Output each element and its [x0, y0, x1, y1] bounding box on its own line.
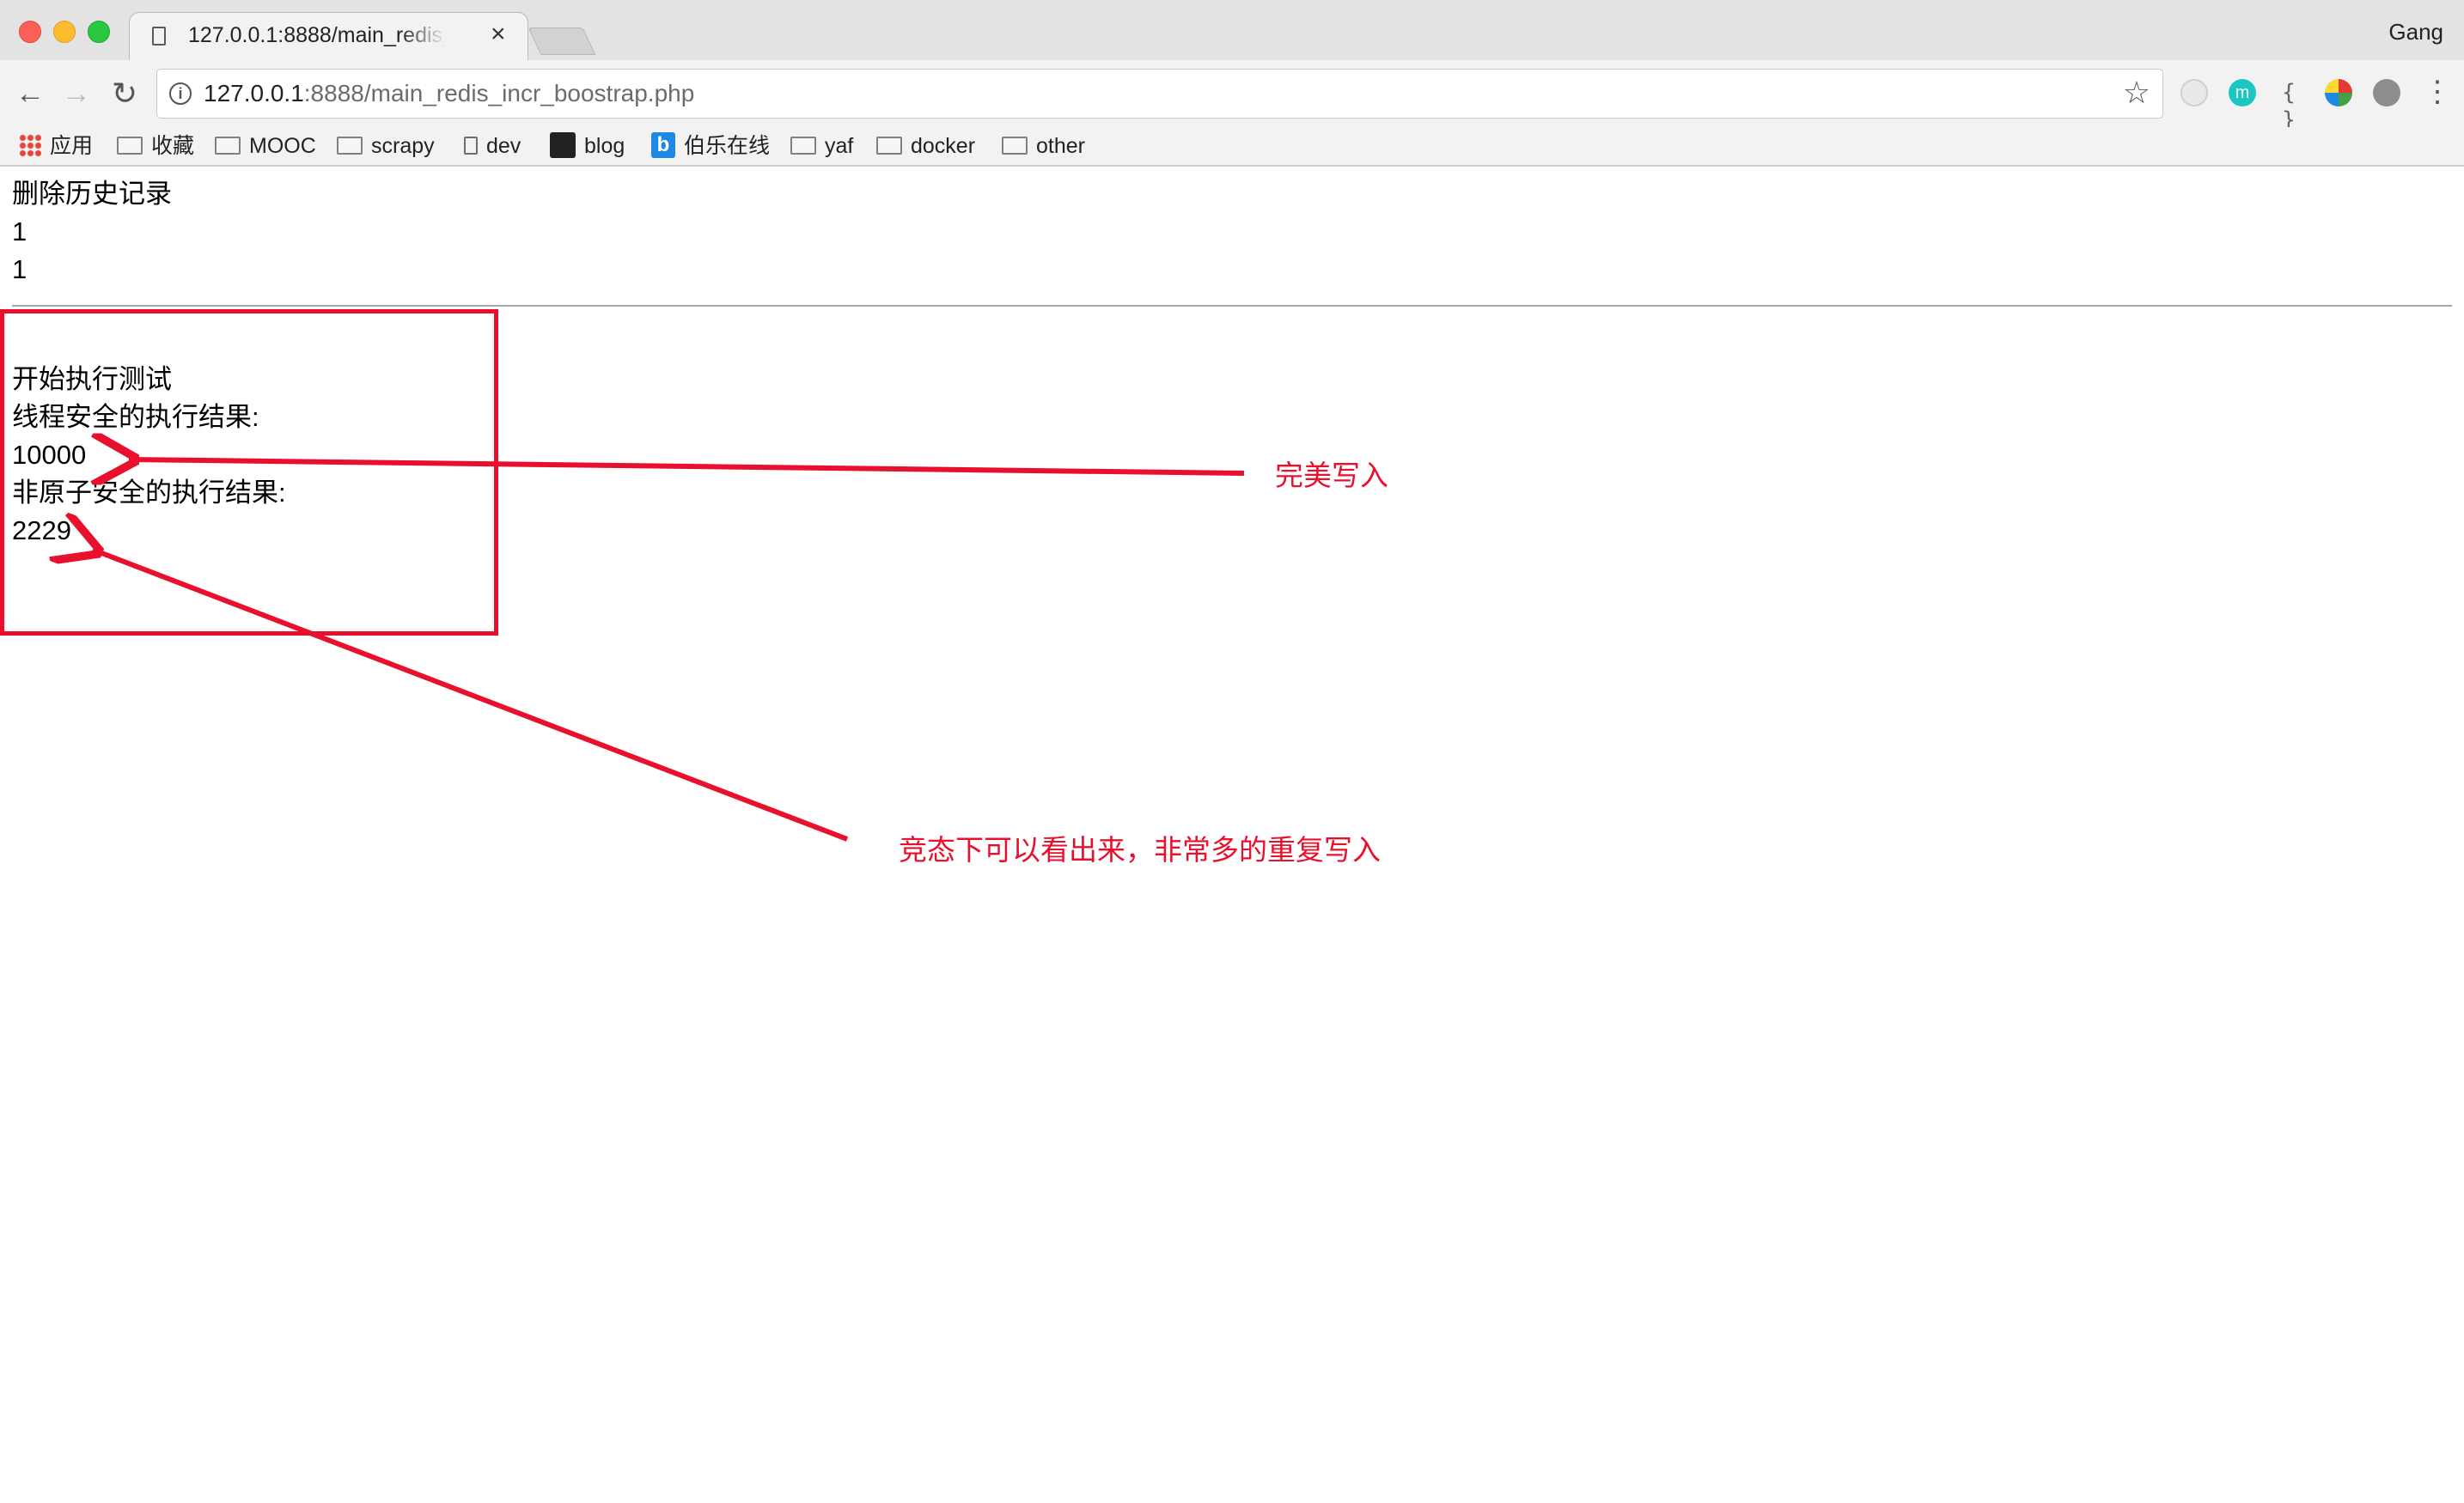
arrow-to-unsafe-result	[93, 550, 849, 842]
annotation-race-condition: 竞态下可以看出来，非常多的重复写入	[899, 834, 1381, 866]
arrow-to-safe-result	[129, 459, 1245, 473]
annotation-arrows	[0, 0, 1245, 842]
annotation-safe-write: 完美写入	[1275, 459, 1388, 491]
